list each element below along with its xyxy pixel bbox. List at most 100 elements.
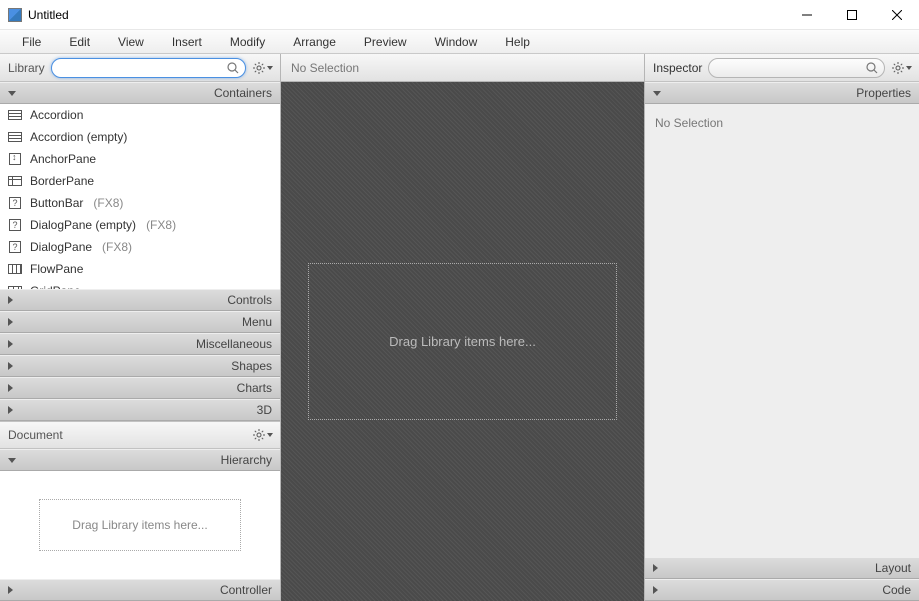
inspector-code-section[interactable]: Code (645, 579, 919, 601)
chevron-right-icon (8, 318, 13, 326)
library-item-label: BorderPane (30, 174, 94, 188)
grid-icon (8, 285, 22, 289)
library-item-fx-tag: (FX8) (146, 218, 176, 232)
q-icon: ? (8, 241, 22, 253)
window-title: Untitled (28, 8, 784, 22)
chevron-right-icon (8, 586, 13, 594)
library-section-containers[interactable]: Containers (0, 82, 280, 104)
gear-icon (253, 62, 265, 74)
library-section-charts[interactable]: Charts (0, 377, 280, 399)
library-list-scroll[interactable]: Accordion Accordion (empty) AnchorPane Bord… (0, 104, 280, 289)
menu-insert[interactable]: Insert (158, 32, 216, 52)
document-settings-button[interactable] (252, 426, 274, 444)
selection-path: No Selection (291, 61, 359, 75)
menu-bar: File Edit View Insert Modify Arrange Pre… (0, 30, 919, 54)
library-item-label: ButtonBar (30, 196, 83, 210)
search-icon (227, 62, 239, 74)
menu-arrange[interactable]: Arrange (279, 32, 350, 52)
library-item[interactable]: Accordion (0, 104, 280, 126)
chevron-down-icon (267, 433, 273, 437)
menu-preview[interactable]: Preview (350, 32, 421, 52)
library-section-menu[interactable]: Menu (0, 311, 280, 333)
inspector-properties-content: No Selection (645, 104, 919, 557)
library-item[interactable]: ? ButtonBar (FX8) (0, 192, 280, 214)
library-item-label: GridPane (30, 284, 81, 289)
chevron-right-icon (653, 564, 658, 572)
inspector-title: Inspector (653, 61, 702, 75)
library-section-shapes[interactable]: Shapes (0, 355, 280, 377)
canvas-area[interactable]: Drag Library items here... (281, 82, 644, 601)
library-item[interactable]: GridPane (0, 280, 280, 289)
chevron-down-icon (8, 91, 16, 96)
chevron-right-icon (8, 340, 13, 348)
document-title: Document (8, 428, 63, 442)
minimize-button[interactable] (784, 0, 829, 29)
library-item[interactable]: BorderPane (0, 170, 280, 192)
chevron-right-icon (8, 406, 13, 414)
library-item-label: DialogPane (empty) (30, 218, 136, 232)
search-icon (866, 62, 878, 74)
inspector-properties-section[interactable]: Properties (645, 82, 919, 104)
canvas-toolbar: No Selection (281, 54, 644, 82)
accordion-icon (8, 131, 22, 143)
menu-view[interactable]: View (104, 32, 158, 52)
library-item-label: Accordion (30, 108, 83, 122)
library-section-controls[interactable]: Controls (0, 289, 280, 311)
inspector-settings-button[interactable] (891, 59, 913, 77)
border-icon (8, 175, 22, 187)
menu-file[interactable]: File (8, 32, 55, 52)
inspector-layout-section[interactable]: Layout (645, 557, 919, 579)
hierarchy-drop-hint: Drag Library items here... (39, 499, 240, 551)
chevron-down-icon (267, 66, 273, 70)
document-hierarchy-section[interactable]: Hierarchy (0, 449, 280, 471)
inspector-search-input[interactable] (717, 61, 864, 75)
inspector-no-selection: No Selection (655, 116, 723, 130)
left-panel: Library Containers Accordion Accordion (e… (0, 54, 281, 601)
library-search[interactable] (51, 58, 246, 78)
chevron-right-icon (8, 296, 13, 304)
menu-edit[interactable]: Edit (55, 32, 104, 52)
library-item[interactable]: AnchorPane (0, 148, 280, 170)
inspector-panel: Inspector Properties No Selection Layout (644, 54, 919, 601)
library-section-3d[interactable]: 3D (0, 399, 280, 421)
q-icon: ? (8, 219, 22, 231)
gear-icon (253, 429, 265, 441)
library-section-misc[interactable]: Miscellaneous (0, 333, 280, 355)
app-icon (8, 8, 22, 22)
hierarchy-dropzone[interactable]: Drag Library items here... (0, 471, 280, 579)
chevron-down-icon (8, 458, 16, 463)
library-settings-button[interactable] (252, 59, 274, 77)
window-controls (784, 0, 919, 29)
menu-window[interactable]: Window (421, 32, 492, 52)
q-icon: ? (8, 197, 22, 209)
library-item[interactable]: FlowPane (0, 258, 280, 280)
library-containers-list: Accordion Accordion (empty) AnchorPane Bord… (0, 104, 280, 289)
inspector-search[interactable] (708, 58, 885, 78)
menu-modify[interactable]: Modify (216, 32, 279, 52)
library-item-label: DialogPane (30, 240, 92, 254)
library-search-input[interactable] (60, 61, 225, 75)
library-item-label: AnchorPane (30, 152, 96, 166)
chevron-right-icon (8, 362, 13, 370)
accordion-icon (8, 109, 22, 121)
chevron-down-icon (906, 66, 912, 70)
close-button[interactable] (874, 0, 919, 29)
flow-icon (8, 263, 22, 275)
library-item-fx-tag: (FX8) (93, 196, 123, 210)
library-header: Library (0, 54, 280, 82)
library-title: Library (8, 61, 45, 75)
inspector-header: Inspector (645, 54, 919, 82)
document-header: Document (0, 421, 280, 449)
library-item-label: FlowPane (30, 262, 83, 276)
library-item[interactable]: ? DialogPane (empty) (FX8) (0, 214, 280, 236)
library-item[interactable]: Accordion (empty) (0, 126, 280, 148)
maximize-button[interactable] (829, 0, 874, 29)
document-controller-section[interactable]: Controller (0, 579, 280, 601)
menu-help[interactable]: Help (491, 32, 544, 52)
canvas-panel: No Selection Drag Library items here... (281, 54, 644, 601)
library-item-label: Accordion (empty) (30, 130, 127, 144)
gear-icon (892, 62, 904, 74)
library-item[interactable]: ?DialogPane(FX8) (0, 236, 280, 258)
chevron-right-icon (8, 384, 13, 392)
canvas-drop-hint: Drag Library items here... (308, 263, 617, 420)
